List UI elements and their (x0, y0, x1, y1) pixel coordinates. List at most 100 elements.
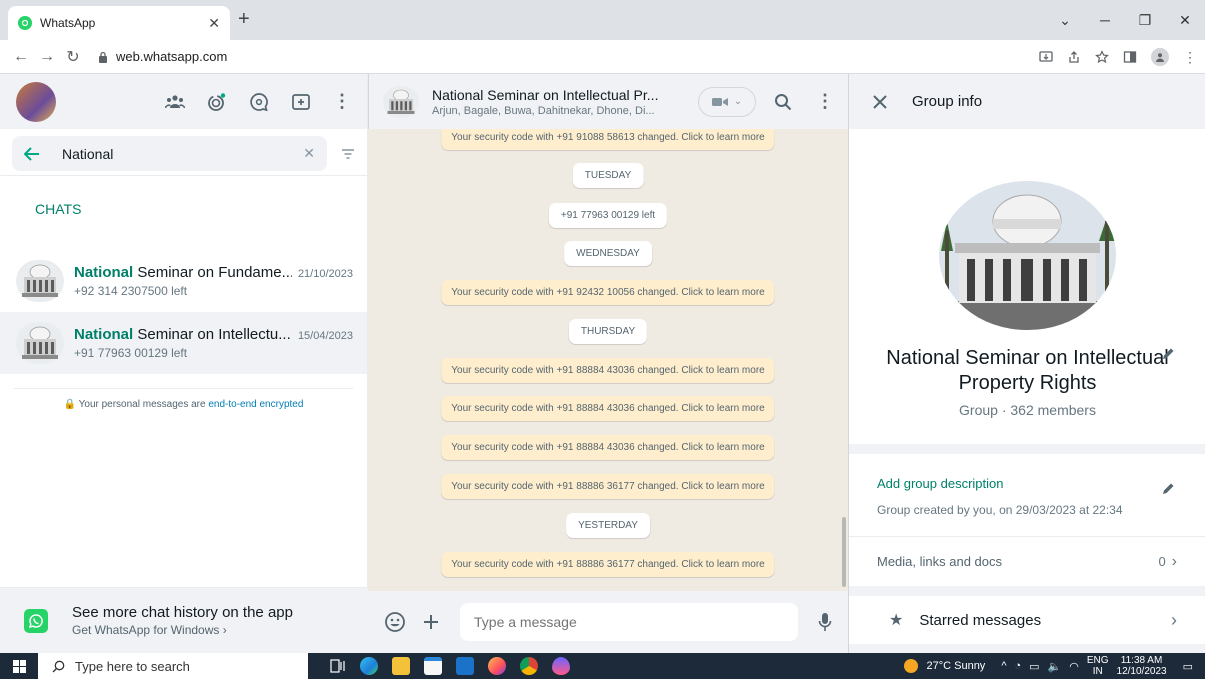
security-code-notice[interactable]: Your security code with +91 88886 36177 … (441, 474, 775, 499)
starred-label: Starred messages (919, 611, 1042, 629)
url-field[interactable]: web.whatsapp.com (98, 49, 227, 64)
weather-icon (904, 659, 919, 673)
security-code-notice[interactable]: Your security code with +91 88886 36177 … (441, 552, 775, 577)
reload-icon[interactable]: ↻ (60, 47, 86, 67)
wifi-icon[interactable]: ◠ (1069, 660, 1079, 673)
chat-date: 15/04/2023 (297, 330, 353, 342)
weather-text[interactable]: 27°C Sunny (926, 660, 985, 672)
windows-start-button[interactable] (0, 659, 38, 673)
new-chat-icon[interactable] (291, 93, 311, 111)
drop-app-icon[interactable] (552, 657, 570, 675)
profile-icon[interactable] (1151, 48, 1169, 66)
browser-menu-icon[interactable]: ⋮ (1183, 49, 1197, 66)
language-indicator[interactable]: ENG IN (1087, 655, 1109, 677)
video-camera-icon (711, 97, 728, 106)
whatsapp-favicon-icon (18, 16, 32, 30)
search-icon (52, 660, 65, 672)
desktop-app-promo[interactable]: See more chat history on the app Get Wha… (0, 587, 368, 653)
taskbar-search[interactable]: Type here to search (38, 653, 308, 679)
group-thumbnail-icon (16, 260, 64, 302)
starred-messages-row[interactable]: ★ Starred messages › (849, 596, 1205, 644)
taskbar-search-placeholder: Type here to search (75, 658, 190, 674)
search-box: ✕ (12, 136, 327, 171)
media-links-docs-row[interactable]: Media, links and docs 0 › (849, 536, 1205, 586)
forward-icon[interactable]: → (34, 48, 60, 66)
microphone-icon[interactable] (818, 612, 832, 632)
security-code-notice[interactable]: Your security code with +91 91088 58613 … (441, 129, 775, 150)
close-window-button[interactable]: ✕ (1165, 0, 1205, 40)
add-group-description-link[interactable]: Add group description (877, 476, 1177, 491)
browser-tab[interactable]: WhatsApp ✕ (8, 6, 230, 40)
file-explorer-icon[interactable] (392, 657, 410, 675)
avatar[interactable] (16, 81, 56, 122)
system-message: +91 77963 00129 left (548, 203, 668, 228)
whatsapp-app: ⋮ ✕ CHATS National Seminar on Fundame...… (0, 74, 1205, 653)
notifications-icon[interactable]: ▭ (1183, 660, 1193, 673)
share-icon[interactable] (1067, 50, 1081, 64)
battery-icon[interactable]: ▭ (1029, 660, 1039, 673)
system-tray: 27°C Sunny ^ ◔ ▭ 🔈 ◠ ENG IN 11:38 AM 12/10… (904, 655, 1205, 677)
left-header: ⋮ (0, 74, 367, 129)
clear-search-icon[interactable]: ✕ (303, 145, 315, 162)
security-code-notice[interactable]: Your security code with +91 88884 43036 … (441, 396, 775, 421)
edit-description-pencil-icon[interactable] (1161, 482, 1175, 496)
chat-list-item[interactable]: National Seminar on Fundame... 21/10/202… (0, 250, 367, 312)
scrollbar[interactable] (842, 517, 846, 587)
date-divider: TUESDAY (572, 163, 644, 188)
encryption-link[interactable]: end-to-end encrypted (208, 399, 303, 410)
filter-icon[interactable] (341, 148, 355, 160)
network-icon[interactable]: ◔ (1014, 660, 1021, 672)
mail-icon[interactable] (456, 657, 474, 675)
menu-icon[interactable]: ⋮ (333, 91, 351, 112)
chevron-down-icon: ⌄ (733, 96, 743, 107)
taskbar-apps (330, 657, 570, 675)
tray-chevron-up-icon[interactable]: ^ (1001, 660, 1006, 672)
windows-logo-icon (12, 659, 26, 673)
chat-preview: +91 77963 00129 left (74, 346, 188, 360)
close-icon[interactable] (873, 94, 887, 109)
status-icon[interactable] (207, 92, 227, 112)
side-panel-icon[interactable] (1123, 50, 1137, 64)
channels-icon[interactable] (249, 92, 269, 112)
conversation-menu-icon[interactable]: ⋮ (816, 91, 834, 112)
attach-plus-icon[interactable] (422, 613, 440, 631)
security-code-notice[interactable]: Your security code with +91 88884 43036 … (441, 435, 775, 460)
chat-list-item-selected[interactable]: National Seminar on Intellectu... 15/04/… (0, 312, 367, 374)
search-input[interactable] (62, 145, 304, 162)
chrome-icon[interactable] (520, 657, 538, 675)
edit-name-pencil-icon[interactable] (1161, 347, 1175, 361)
date-divider: THURSDAY (568, 319, 648, 344)
back-icon[interactable]: ← (8, 48, 34, 66)
firefox-icon[interactable] (488, 657, 506, 675)
video-call-button[interactable]: ⌄ (698, 86, 756, 117)
promo-link[interactable]: Get WhatsApp for Windows › (72, 623, 293, 637)
install-app-icon[interactable] (1039, 50, 1053, 64)
volume-icon[interactable]: 🔈 (1048, 660, 1062, 673)
edge-browser-icon[interactable] (360, 657, 378, 675)
clock[interactable]: 11:38 AM 12/10/2023 (1117, 655, 1167, 677)
conversation-header[interactable]: National Seminar on Intellectual Pr... A… (368, 74, 848, 129)
close-tab-icon[interactable]: ✕ (208, 15, 220, 32)
back-arrow-icon[interactable] (24, 146, 40, 161)
message-list[interactable]: Your security code with +91 91088 58613 … (368, 129, 848, 588)
group-avatar-icon (383, 85, 419, 118)
conversation-members: Arjun, Bagale, Buwa, Dahitnekar, Dhone, … (432, 104, 655, 117)
security-code-notice[interactable]: Your security code with +91 88884 43036 … (441, 358, 775, 383)
emoji-icon[interactable] (384, 611, 406, 633)
bookmark-star-icon[interactable] (1095, 50, 1109, 64)
communities-icon[interactable] (165, 93, 185, 111)
store-icon[interactable] (424, 657, 442, 675)
minimize-button[interactable]: ─ (1085, 0, 1125, 40)
new-tab-button[interactable]: + (238, 9, 250, 29)
browser-toolbar: ⋮ (1039, 40, 1197, 74)
security-code-notice[interactable]: Your security code with +91 92432 10056 … (441, 280, 775, 305)
task-view-icon[interactable] (330, 659, 346, 673)
restore-button[interactable]: ❐ (1125, 0, 1165, 40)
group-name: National Seminar on Intellectual Propert… (886, 347, 1169, 394)
group-photo[interactable] (939, 181, 1116, 330)
message-input[interactable] (460, 603, 798, 641)
chevron-down-icon[interactable]: ⌄ (1045, 0, 1085, 40)
url-text: web.whatsapp.com (116, 49, 228, 64)
search-icon[interactable] (774, 93, 792, 111)
date-divider: YESTERDAY (566, 513, 650, 538)
